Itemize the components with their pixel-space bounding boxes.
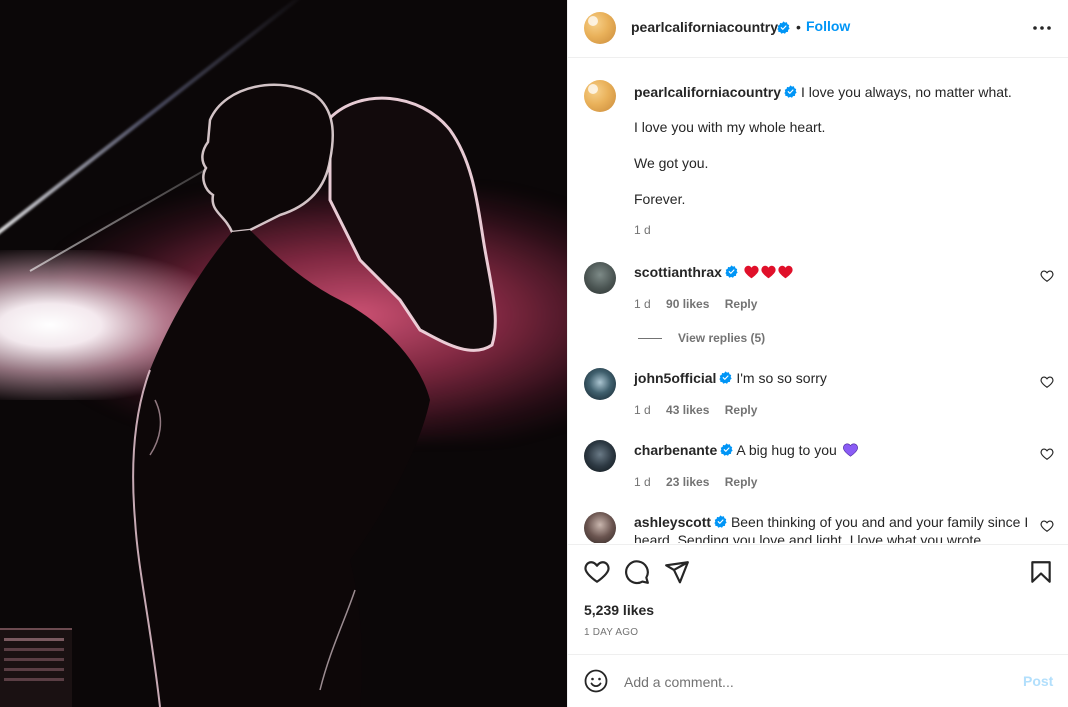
comment-body: ashleyscott Been thinking of you and and… (634, 513, 1029, 543)
amplifier (0, 628, 72, 707)
emoji-icon[interactable] (584, 669, 608, 693)
reply-button[interactable]: Reply (725, 297, 758, 311)
verified-badge-icon (714, 515, 727, 528)
share-icon[interactable] (664, 559, 690, 585)
red-heart-emoji-icon (744, 265, 759, 279)
comment-time[interactable]: 1 d (634, 297, 651, 311)
red-heart-emoji-icon (778, 265, 793, 279)
comment-meta: 1 d 43 likes Reply (634, 403, 769, 417)
red-heart-emoji-icon (761, 265, 776, 279)
comment-meta: 1 d 90 likes Reply (634, 297, 769, 311)
comment-body: john5official I'm so so sorry (634, 369, 1034, 387)
caption-line: I love you with my whole heart. (634, 119, 826, 135)
heart-small-icon[interactable] (1040, 269, 1054, 283)
commenter-username[interactable]: charbenante (634, 442, 717, 458)
commenter-username[interactable]: john5official (634, 370, 716, 386)
reply-button[interactable]: Reply (725, 403, 758, 417)
post-button[interactable]: Post (1023, 673, 1053, 689)
caption-line: Forever. (634, 191, 686, 207)
caption-line: We got you. (634, 155, 709, 171)
comment-time[interactable]: 1 d (634, 475, 651, 489)
save-icon[interactable] (1028, 559, 1054, 585)
comments-list[interactable]: pearlcaliforniacountry I love you always… (568, 59, 1068, 543)
view-replies-button[interactable]: View replies (5) (638, 331, 765, 345)
commenter-avatar[interactable] (584, 512, 616, 543)
commenter-username[interactable]: ashleyscott (634, 514, 711, 530)
author-avatar[interactable] (584, 12, 616, 44)
post-side-panel: pearlcaliforniacountry • Follow pearlcal… (567, 0, 1068, 707)
commenter-avatar[interactable] (584, 440, 616, 472)
likes-count[interactable]: 5,239 likes (584, 602, 654, 618)
like-icon[interactable] (584, 559, 610, 585)
caption-first-line: pearlcaliforniacountry I love you always… (634, 83, 1034, 101)
commenter-username[interactable]: scottianthrax (634, 264, 722, 280)
reply-button[interactable]: Reply (725, 475, 758, 489)
post-date[interactable]: 1 DAY AGO (584, 627, 638, 638)
commenter-avatar[interactable] (584, 262, 616, 294)
comment-body: scottianthrax (634, 263, 1034, 281)
heart-small-icon[interactable] (1040, 519, 1054, 533)
comment-meta: 1 d 23 likes Reply (634, 475, 769, 489)
commenter-avatar[interactable] (584, 368, 616, 400)
comment-icon[interactable] (624, 559, 650, 585)
post-actions: 5,239 likes 1 DAY AGO (568, 544, 1068, 654)
verified-badge-icon (719, 371, 733, 384)
caption-avatar[interactable] (584, 80, 616, 112)
separator-dot: • (796, 19, 801, 35)
post-header: pearlcaliforniacountry • Follow (568, 0, 1068, 58)
comment-text: I'm so so sorry (736, 370, 827, 386)
caption-username[interactable]: pearlcaliforniacountry (634, 84, 781, 100)
couple-silhouette (132, 83, 497, 707)
heart-small-icon[interactable] (1040, 447, 1054, 461)
verified-badge-icon (777, 21, 790, 34)
follow-button[interactable]: Follow (806, 18, 850, 34)
verified-badge-icon (784, 85, 797, 98)
comment-likes[interactable]: 43 likes (666, 403, 709, 417)
comment-body: charbenante A big hug to you (634, 441, 1034, 459)
post-modal: pearlcaliforniacountry • Follow pearlcal… (0, 0, 1068, 707)
add-comment-bar: Post (568, 654, 1068, 707)
heart-small-icon[interactable] (1040, 375, 1054, 389)
caption-time[interactable]: 1 d (634, 223, 651, 237)
caption-text: I love you always, no matter what. (800, 84, 1012, 100)
more-options-icon[interactable] (1030, 18, 1054, 38)
comment-time[interactable]: 1 d (634, 403, 651, 417)
purple-heart-emoji-icon (842, 443, 858, 457)
post-photo (0, 0, 567, 707)
comment-text: A big hug to you (736, 442, 837, 458)
verified-badge-icon (725, 265, 738, 278)
comment-likes[interactable]: 90 likes (666, 297, 709, 311)
comment-likes[interactable]: 23 likes (666, 475, 709, 489)
comment-input[interactable] (624, 671, 1004, 693)
caption-meta: 1 d (634, 223, 663, 237)
verified-badge-icon (720, 443, 733, 456)
author-username[interactable]: pearlcaliforniacountry (631, 19, 778, 35)
